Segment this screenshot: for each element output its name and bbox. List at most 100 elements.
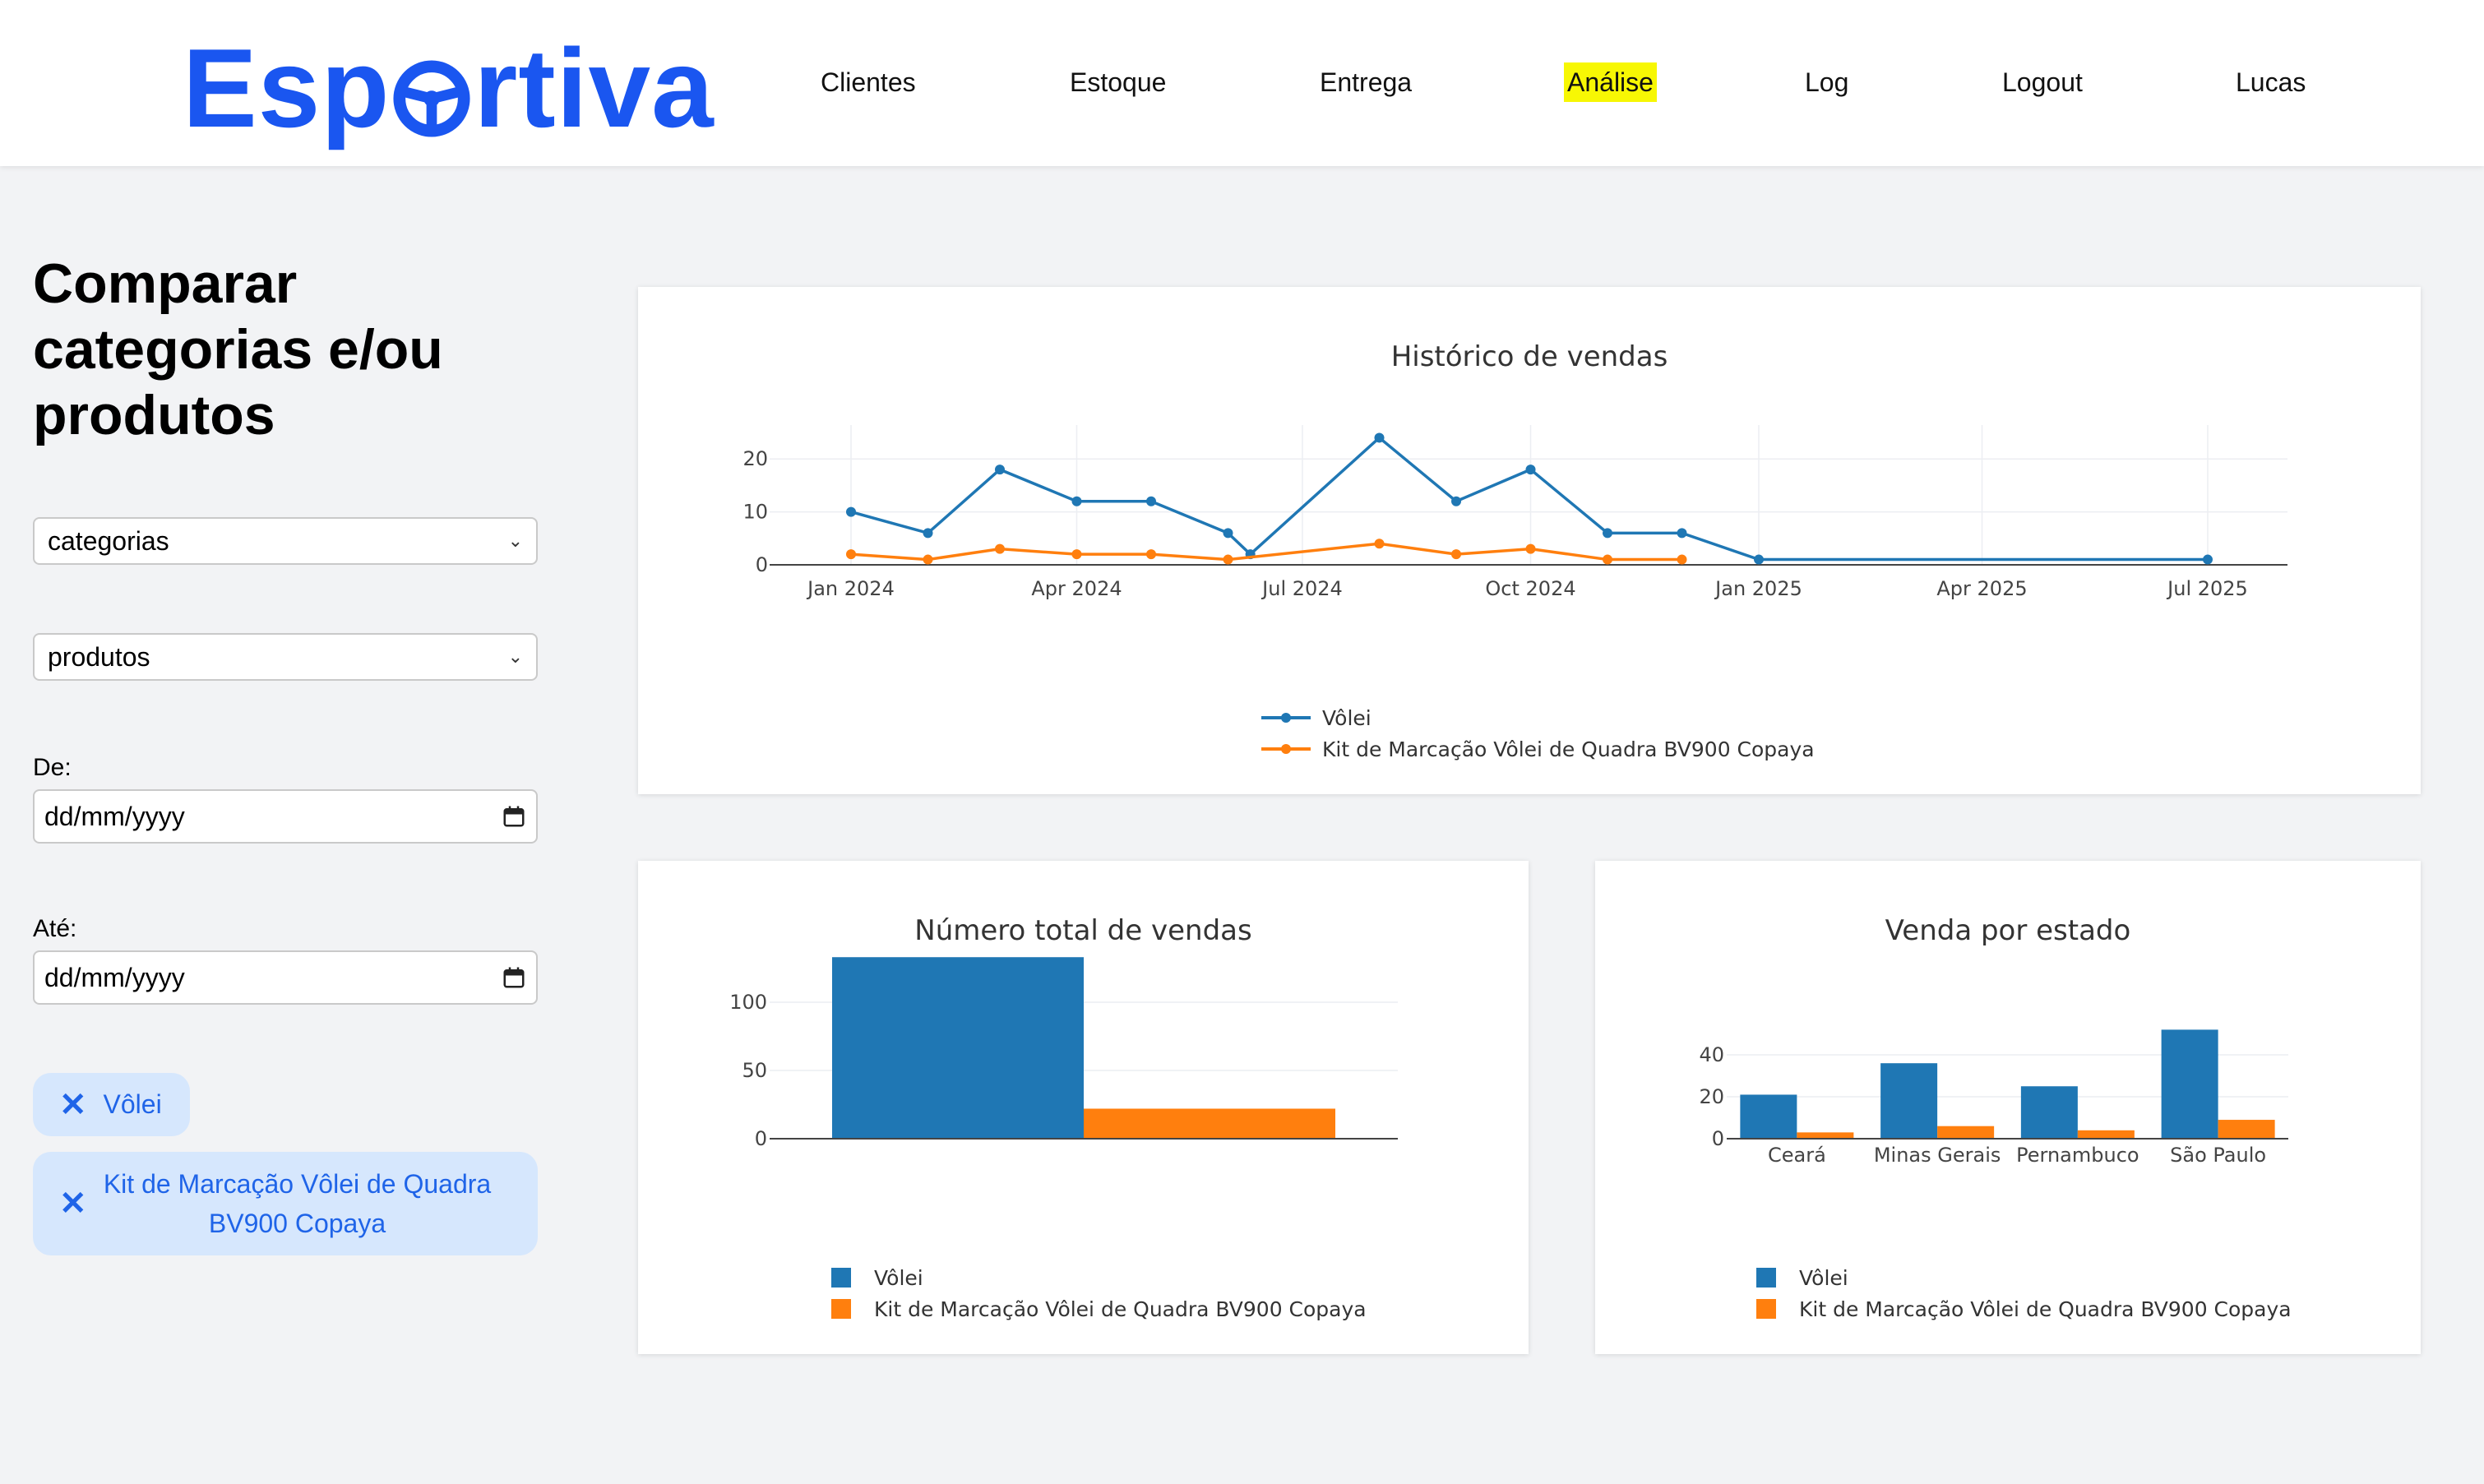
legend-line-icon — [1261, 744, 1311, 754]
data-point — [1374, 539, 1385, 549]
data-point — [1451, 549, 1462, 560]
y-tick-label: 0 — [1712, 1127, 1724, 1150]
x-tick-label: Ceará — [1768, 1144, 1826, 1167]
product-select[interactable]: produtos ⌄ — [33, 633, 538, 681]
legend-label: Kit de Marcação Vôlei de Quadra BV900 Co… — [1799, 1297, 2292, 1321]
ball-o-icon — [393, 60, 470, 137]
y-tick-label: 20 — [1699, 1085, 1724, 1108]
close-icon[interactable]: ✕ — [59, 1185, 87, 1223]
nav-clientes[interactable]: Clientes — [817, 62, 919, 102]
category-select[interactable]: categorias ⌄ — [33, 517, 538, 565]
nav-user-lucas[interactable]: Lucas — [2232, 62, 2309, 102]
data-point — [994, 465, 1005, 475]
bar-ceará-series-2 — [1797, 1132, 1854, 1139]
x-tick-label: São Paulo — [2170, 1144, 2266, 1167]
x-tick-label: Apr 2025 — [1936, 577, 2027, 600]
y-tick-label: 10 — [742, 501, 768, 524]
legend-item-series1[interactable]: Vôlei — [1261, 702, 1815, 733]
sales-history-card: Histórico de vendas 0 10 20 Jan 2024 Apr 202… — [638, 287, 2421, 794]
y-tick-label: 0 — [756, 553, 768, 576]
logo-text-right: rtiva — [474, 25, 715, 150]
data-point — [1223, 528, 1233, 539]
data-point — [1677, 554, 1687, 565]
from-date-label: De: — [33, 754, 72, 781]
chart-legend: Vôlei Kit de Marcação Vôlei de Quadra BV… — [1261, 702, 1815, 765]
data-point — [846, 549, 856, 560]
data-point — [1374, 432, 1385, 443]
bar-são-paulo-series-1 — [2161, 1029, 2218, 1139]
data-point — [1525, 465, 1536, 475]
to-date-label: Até: — [33, 915, 77, 942]
legend-item-series2[interactable]: Kit de Marcação Vôlei de Quadra BV900 Co… — [1756, 1293, 2292, 1325]
y-tick-label: 20 — [742, 447, 768, 470]
top-navbar: Esp rtiva Clientes Estoque Entrega Análi… — [0, 0, 2484, 166]
from-date-input[interactable]: dd/mm/yyyy — [33, 789, 538, 844]
x-tick-label: Jan 2025 — [1714, 577, 1802, 600]
legend-label: Kit de Marcação Vôlei de Quadra BV900 Co… — [1322, 737, 1815, 761]
nav-logout[interactable]: Logout — [1999, 62, 2086, 102]
legend-square-icon — [831, 1299, 851, 1319]
chart-legend: Vôlei Kit de Marcação Vôlei de Quadra BV… — [831, 1262, 1367, 1325]
chart-legend: Vôlei Kit de Marcação Vôlei de Quadra BV… — [1756, 1262, 2292, 1325]
nav-estoque[interactable]: Estoque — [1066, 62, 1169, 102]
to-date-value: dd/mm/yyyy — [44, 962, 185, 992]
data-point — [1223, 554, 1233, 565]
category-select-value: categorias — [48, 525, 169, 556]
nav-log[interactable]: Log — [1802, 62, 1852, 102]
chevron-down-icon: ⌄ — [507, 530, 523, 551]
nav-entrega[interactable]: Entrega — [1316, 62, 1415, 102]
chevron-down-icon: ⌄ — [507, 646, 523, 667]
close-icon[interactable]: ✕ — [59, 1086, 87, 1124]
x-tick-label: Apr 2024 — [1031, 577, 1122, 600]
brand-logo[interactable]: Esp rtiva — [183, 26, 715, 150]
sales-by-state-card: Venda por estado 0 20 40 Ceará Minas Gerais P… — [1595, 861, 2421, 1354]
legend-item-series1[interactable]: Vôlei — [1756, 1262, 2292, 1293]
bar-pernambuco-series-1 — [2020, 1086, 2078, 1139]
legend-square-icon — [831, 1268, 851, 1288]
bar-pernambuco-series-2 — [2077, 1130, 2135, 1139]
legend-item-series2[interactable]: Kit de Marcação Vôlei de Quadra BV900 Co… — [831, 1293, 1367, 1325]
x-tick-label: Jul 2024 — [1261, 577, 1343, 600]
data-point — [846, 506, 856, 517]
nav-analise[interactable]: Análise — [1564, 62, 1657, 102]
data-point — [1145, 496, 1156, 506]
y-tick-label: 40 — [1699, 1043, 1724, 1066]
data-point — [1071, 496, 1082, 506]
data-point — [1603, 554, 1613, 565]
bar-ceará-series-1 — [1740, 1094, 1797, 1139]
to-date-input[interactable]: dd/mm/yyyy — [33, 950, 538, 1005]
legend-item-series1[interactable]: Vôlei — [831, 1262, 1367, 1293]
x-tick-label: Oct 2024 — [1485, 577, 1575, 600]
data-point — [1754, 554, 1765, 565]
filter-chip-volei[interactable]: ✕ Vôlei — [33, 1073, 190, 1136]
total-sales-card: Número total de vendas 0 50 100 Vôlei Kit … — [638, 861, 1529, 1354]
x-tick-label: Pernambuco — [2016, 1144, 2139, 1167]
legend-line-icon — [1261, 713, 1311, 723]
legend-square-icon — [1756, 1268, 1776, 1288]
from-date-value: dd/mm/yyyy — [44, 801, 185, 831]
bar-minas-gerais-series-1 — [1880, 1063, 1938, 1139]
data-point — [1145, 549, 1156, 560]
legend-label: Kit de Marcação Vôlei de Quadra BV900 Co… — [874, 1297, 1367, 1321]
bar-são-paulo-series-2 — [2218, 1120, 2275, 1139]
legend-item-series2[interactable]: Kit de Marcação Vôlei de Quadra BV900 Co… — [1261, 733, 1815, 765]
y-tick-label: 100 — [729, 991, 767, 1014]
data-point — [1451, 496, 1462, 506]
y-tick-label: 50 — [742, 1059, 767, 1082]
legend-label: Vôlei — [1322, 705, 1372, 730]
filter-chip-kit-marcacao[interactable]: ✕ Kit de Marcação Vôlei de Quadra BV900 … — [33, 1152, 538, 1255]
y-tick-label: 0 — [755, 1127, 767, 1150]
data-point — [1525, 543, 1536, 554]
legend-label: Vôlei — [1799, 1265, 1848, 1290]
series-line-1 — [850, 436, 2208, 562]
x-tick-label: Jul 2025 — [2166, 577, 2248, 600]
data-point — [923, 554, 933, 565]
calendar-icon[interactable] — [502, 965, 526, 990]
filter-chip-label: Vôlei — [103, 1089, 162, 1119]
data-point — [1071, 549, 1082, 560]
data-point — [923, 528, 933, 539]
calendar-icon[interactable] — [502, 804, 526, 829]
data-point — [994, 543, 1005, 554]
series-line-2 — [850, 542, 1682, 562]
data-point — [1677, 528, 1687, 539]
